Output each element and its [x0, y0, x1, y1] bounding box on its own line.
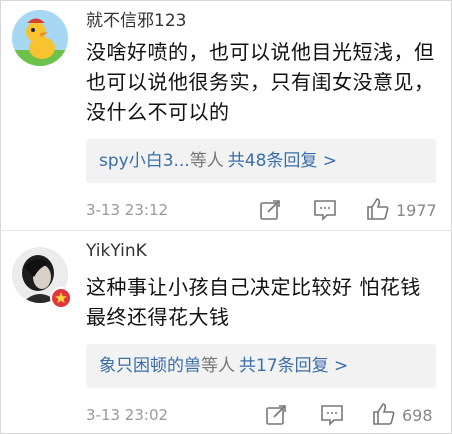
- reply-users-suffix: 等人: [201, 356, 235, 376]
- reply-count-link[interactable]: 共48条回复 >: [228, 151, 337, 171]
- username[interactable]: YikYinK: [86, 241, 147, 261]
- like-count: 1977: [396, 201, 437, 220]
- reply-users-suffix: 等人: [189, 151, 224, 171]
- like-count: 698: [402, 406, 433, 425]
- reply-users-link[interactable]: 象只困顿的兽: [99, 356, 201, 376]
- username[interactable]: 就不信邪123: [86, 6, 186, 31]
- share-icon[interactable]: [265, 404, 287, 430]
- verified-badge-icon: [50, 287, 72, 309]
- replies-preview[interactable]: spy小白3...等人 共48条回复 >: [86, 139, 436, 183]
- replies-preview[interactable]: 象只困顿的兽等人 共17条回复 >: [86, 344, 436, 388]
- thumbs-up-icon[interactable]: [366, 197, 390, 225]
- thumbs-up-icon[interactable]: [372, 402, 396, 430]
- comment-text: 这种事让小孩自己决定比较好 怕花钱最终还得花大钱: [86, 275, 421, 329]
- timestamp: 3-13 23:12: [86, 201, 169, 219]
- duck-avatar-icon: [12, 10, 68, 66]
- reply-users-link[interactable]: spy小白3...: [99, 151, 190, 171]
- timestamp: 3-13 23:02: [86, 406, 169, 424]
- comment-icon[interactable]: [320, 404, 344, 430]
- comment-icon[interactable]: [313, 199, 337, 225]
- share-icon[interactable]: [259, 199, 281, 225]
- comment-item: YikYinK 这种事让小孩自己决定比较好 怕花钱最终还得花大钱 象只困顿的兽等…: [0, 231, 452, 434]
- avatar[interactable]: [12, 10, 68, 66]
- comment-text: 没啥好喷的，也可以说他目光短浅，但也可以说他很务实，只有闺女没意见，没什么不可以…: [86, 40, 435, 124]
- comment-item: 就不信邪123 没啥好喷的，也可以说他目光短浅，但也可以说他很务实，只有闺女没意…: [0, 0, 452, 230]
- reply-count-link[interactable]: 共17条回复 >: [239, 356, 348, 376]
